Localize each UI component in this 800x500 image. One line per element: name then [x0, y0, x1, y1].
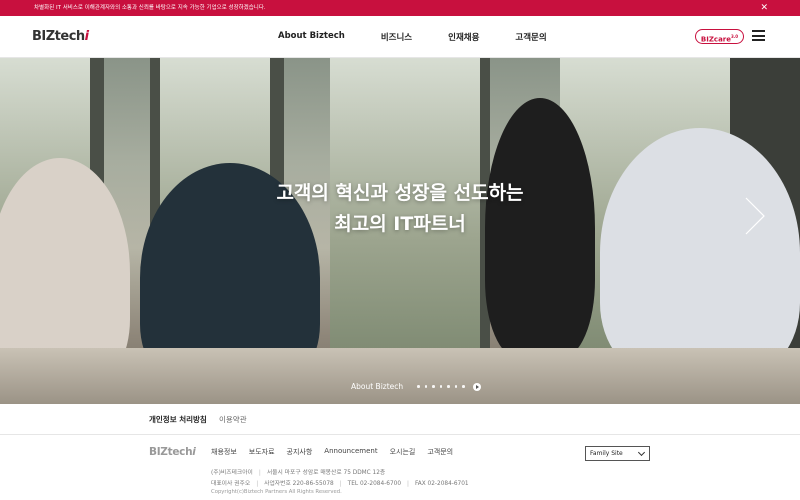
company-address: 서울시 마포구 성암로 매봉산로 75 DDMC 12층 [266, 470, 386, 476]
footer-link-notice[interactable]: 공지사항 [287, 447, 313, 457]
hero-banner: 고객의 혁신과 성장을 선도하는 최고의 IT파트너 About Biztech [0, 58, 800, 404]
site-footer: BIZtechi 채용정보 보도자료 공지사항 Announcement 오시는… [0, 435, 800, 500]
footer-logo-accent: i [192, 446, 196, 458]
hero-title-line1: 고객의 혁신과 성장을 선도하는 [276, 182, 524, 204]
top-notice-bar: 차별화된 IT 서비스로 이해관계자와의 소통과 신뢰를 바탕으로 지속 가능한… [0, 0, 800, 16]
person-figure [600, 128, 800, 378]
logo-accent: i [84, 29, 89, 44]
play-icon[interactable] [472, 382, 481, 391]
ceo-name: 대표이사 권주오 [211, 481, 251, 487]
logo-text: BIZtech [32, 29, 85, 44]
bizcare-label: BIZcare [700, 35, 731, 44]
pager-dot[interactable] [454, 385, 458, 388]
footer-logo-text: BIZtech [149, 446, 193, 458]
business-number: 사업자번호 220-86-55078 [264, 481, 334, 487]
fax: FAX 02-2084-6701 [414, 481, 469, 487]
family-site-label: Family Site [590, 450, 623, 457]
pager-dot[interactable] [447, 385, 450, 388]
slide-label: About Biztech [351, 382, 404, 391]
hero-title-line2: 최고의 IT파트너 [334, 213, 466, 235]
pager-dot[interactable] [432, 385, 435, 388]
site-header: BIZtechi About Biztech 비즈니스 인재채용 고객문의 BI… [0, 16, 800, 58]
pager-dot[interactable] [462, 385, 465, 388]
footer-link-recruit[interactable]: 채용정보 [211, 447, 237, 457]
main-nav: About Biztech 비즈니스 인재채용 고객문의 [278, 31, 547, 43]
top-notice-text: 차별화된 IT 서비스로 이해관계자와의 소통과 신뢰를 바탕으로 지속 가능한… [34, 5, 266, 11]
nav-item-business[interactable]: 비즈니스 [381, 31, 412, 43]
hero-title: 고객의 혁신과 성장을 선도하는 최고의 IT파트너 [0, 178, 800, 240]
pager-dot[interactable] [417, 385, 420, 388]
footer-link-press[interactable]: 보도자료 [249, 447, 275, 457]
footer-link-location[interactable]: 오시는길 [390, 447, 416, 457]
logo[interactable]: BIZtechi [32, 29, 89, 44]
telephone: TEL 02-2084-6700 [347, 481, 402, 487]
bizcare-button[interactable]: BIZcare3.0 [695, 29, 744, 44]
chevron-down-icon [637, 448, 646, 457]
pager-dot[interactable] [424, 385, 428, 388]
nav-item-recruit[interactable]: 인재채용 [448, 31, 479, 43]
family-site-select[interactable]: Family Site [585, 446, 650, 461]
pager-dot[interactable] [439, 385, 443, 388]
footer-info-line1: (주)비즈테크아이 | 서울시 마포구 성암로 매봉산로 75 DDMC 12층 [211, 470, 386, 476]
copyright: Copyright(c)Biztech Partners All Rights … [211, 489, 342, 495]
company-name: (주)비즈테크아이 [211, 470, 253, 476]
slide-pager: About Biztech [351, 382, 481, 391]
nav-item-contact[interactable]: 고객문의 [515, 31, 546, 43]
chevron-right-icon[interactable] [744, 196, 766, 236]
footer-link-announcement[interactable]: Announcement [324, 447, 377, 457]
terms-link[interactable]: 이용약관 [219, 414, 247, 425]
policy-bar: 개인정보 처리방침 이용약관 [0, 404, 800, 435]
bizcare-version: 3.0 [731, 34, 739, 39]
privacy-policy-link[interactable]: 개인정보 처리방침 [149, 414, 207, 425]
menu-icon[interactable] [752, 30, 765, 41]
footer-logo: BIZtechi [149, 446, 196, 458]
nav-item-about[interactable]: About Biztech [278, 31, 345, 43]
close-icon[interactable]: ✕ [760, 0, 768, 16]
footer-info-line2: 대표이사 권주오 | 사업자번호 220-86-55078 | TEL 02-2084-… [211, 481, 469, 487]
meeting-table [0, 348, 800, 404]
footer-links: 채용정보 보도자료 공지사항 Announcement 오시는길 고객문의 [211, 447, 465, 457]
footer-link-contact[interactable]: 고객문의 [427, 447, 453, 457]
